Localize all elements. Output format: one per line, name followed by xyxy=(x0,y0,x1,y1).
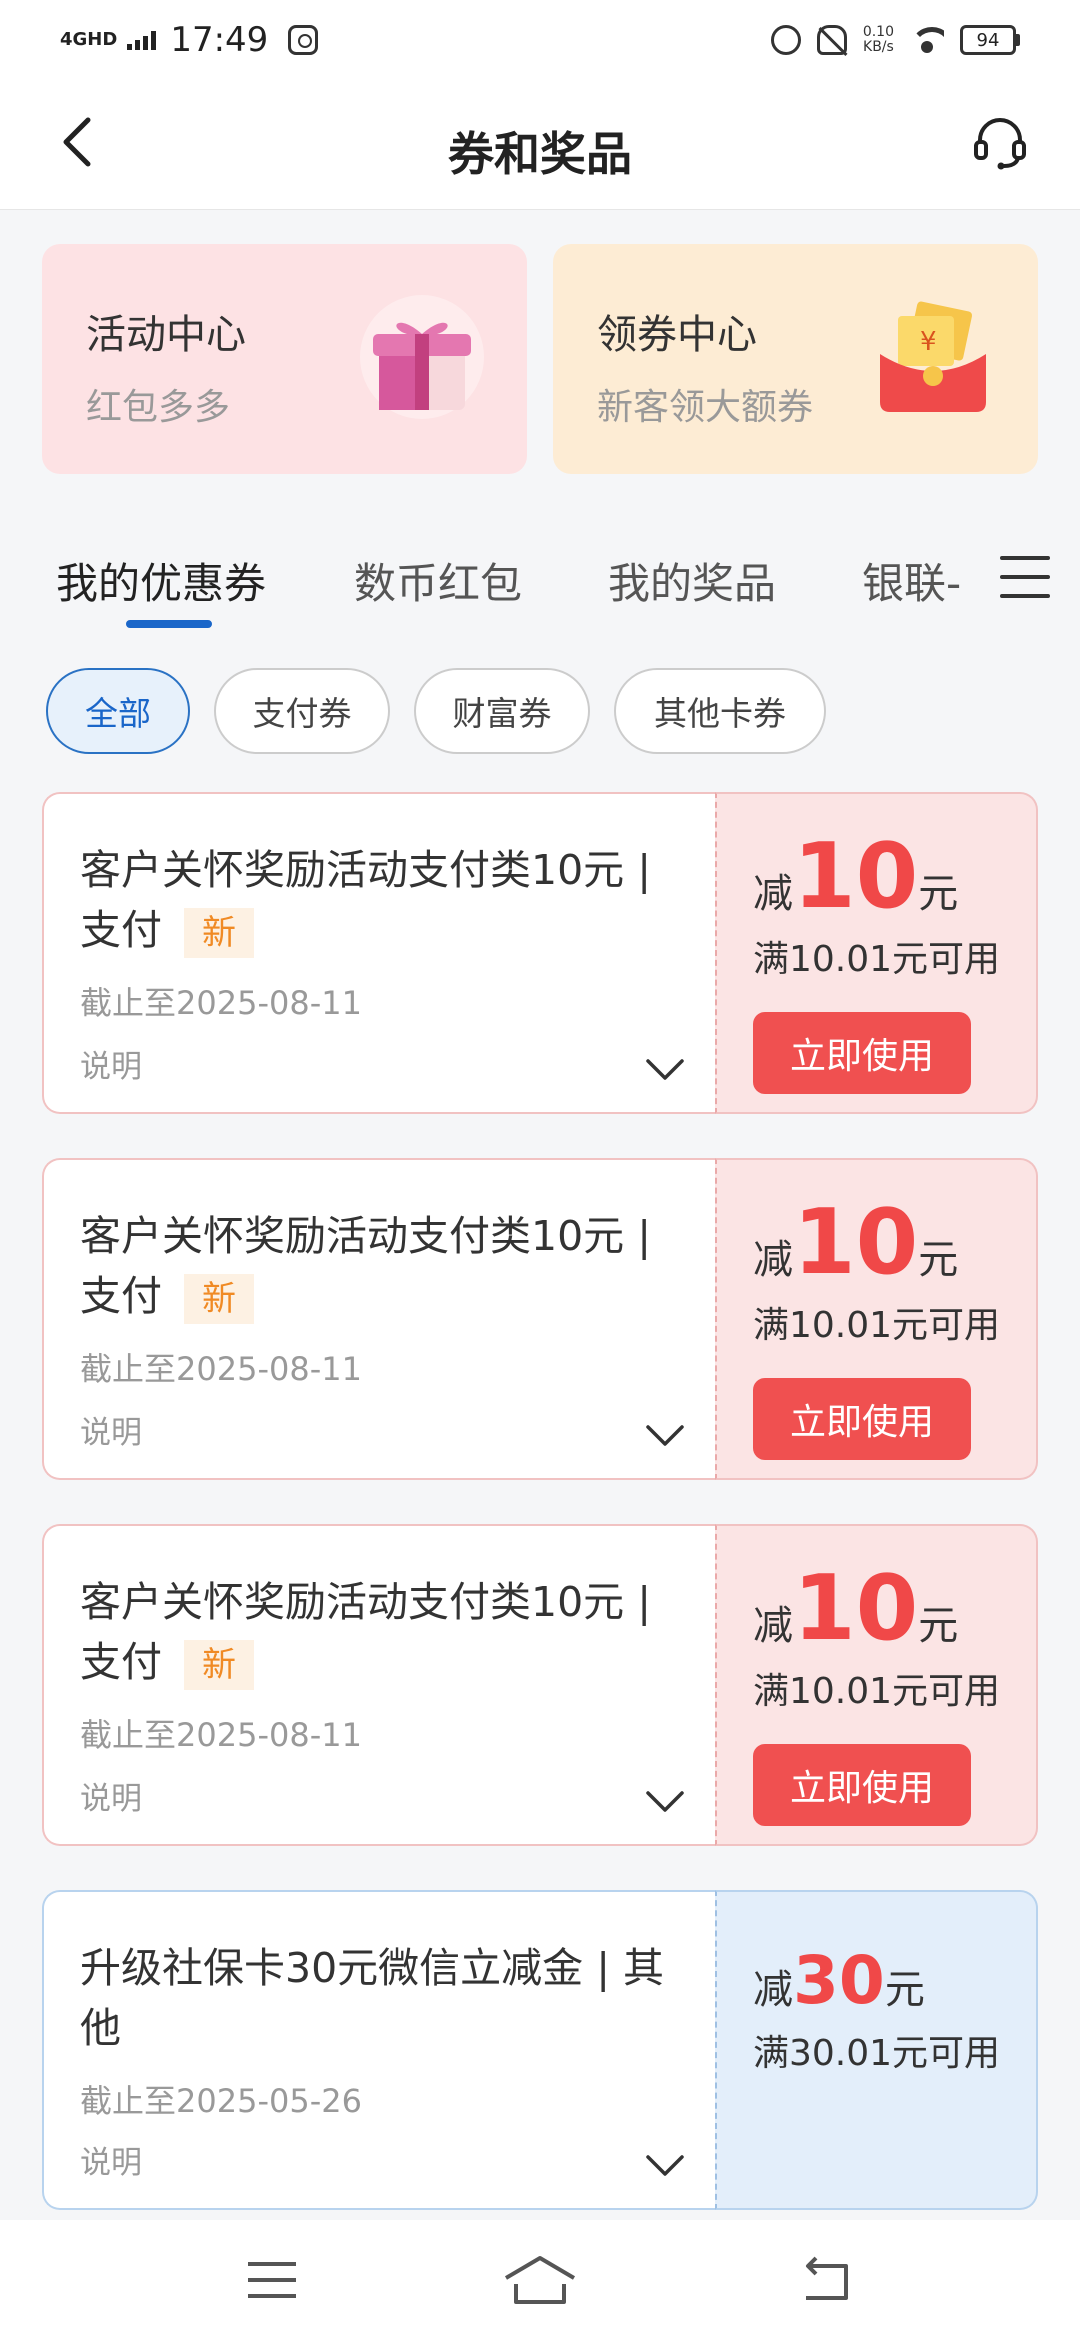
coupon-tabs: 我的优惠券 数币红包 我的奖品 银联- xyxy=(0,540,1080,660)
coupon-card[interactable]: 客户关怀奖励活动支付类10元 | 支付新 截止至2025-08-11 说明 减 … xyxy=(42,792,1038,1114)
tab-my-coupons[interactable]: 我的优惠券 xyxy=(56,550,266,611)
amount-prefix: 减 xyxy=(753,871,793,917)
use-now-button[interactable]: 立即使用 xyxy=(753,1378,971,1460)
amount-prefix: 减 xyxy=(753,1967,793,2013)
chevron-down-icon[interactable] xyxy=(645,2154,685,2178)
mute-bell-icon xyxy=(816,25,847,55)
coupon-card[interactable]: 升级社保卡30元微信立减金 | 其他 截止至2025-05-26 说明 减 30… xyxy=(42,1890,1038,2210)
amount-value: 10 xyxy=(793,824,919,929)
chevron-down-icon[interactable] xyxy=(645,1424,685,1448)
amount-value: 30 xyxy=(793,1942,885,2019)
system-nav-bar xyxy=(0,2220,1080,2340)
amount-prefix: 减 xyxy=(753,1237,793,1283)
amount-value: 10 xyxy=(793,1556,919,1661)
coupon-description-toggle[interactable]: 说明 xyxy=(80,1773,142,1818)
page-header: 券和奖品 xyxy=(0,80,1080,210)
coupon-title-text: 客户关怀奖励活动支付类10元 | 支付 xyxy=(80,1578,652,1686)
new-badge: 新 xyxy=(184,1640,254,1690)
coupon-amount: 减 10 元 xyxy=(753,1198,1036,1288)
network-speed: 0.10 KB/s xyxy=(863,25,894,55)
coupon-expiry: 截止至2025-08-11 xyxy=(80,984,362,1022)
coupon-title: 客户关怀奖励活动支付类10元 | 支付新 xyxy=(80,1206,690,1326)
new-badge: 新 xyxy=(184,908,254,958)
coupon-card[interactable]: 客户关怀奖励活动支付类10元 | 支付新 截止至2025-08-11 说明 减 … xyxy=(42,1524,1038,1846)
filter-payment-coupons[interactable]: 支付券 xyxy=(214,668,390,754)
status-time: 17:49 xyxy=(170,20,269,60)
status-left: 4GHD 17:49 xyxy=(60,20,319,60)
filter-chips: 全部 支付券 财富券 其他卡券 xyxy=(46,668,826,754)
chevron-down-icon[interactable] xyxy=(645,1790,685,1814)
coupon-condition: 满30.01元可用 xyxy=(753,2033,1001,2074)
filter-other-cards[interactable]: 其他卡券 xyxy=(614,668,826,754)
new-badge: 新 xyxy=(184,1274,254,1324)
home-icon[interactable] xyxy=(502,2250,578,2310)
coupon-title-text: 客户关怀奖励活动支付类10元 | 支付 xyxy=(80,846,652,954)
network-type: 4GHD xyxy=(60,29,118,50)
status-bar: 4GHD 17:49 0.10 KB/s 94 xyxy=(0,0,1080,80)
coupon-condition: 满10.01元可用 xyxy=(753,1305,1001,1346)
coupon-amount-panel: 减 30 元 满30.01元可用 xyxy=(715,1890,1038,2210)
coupon-amount-panel: 减 10 元 满10.01元可用 立即使用 xyxy=(715,1158,1038,1480)
amount-value: 10 xyxy=(793,1190,919,1295)
coupon-amount: 减 30 元 xyxy=(753,1946,1036,2016)
battery-level: 94 xyxy=(960,25,1016,55)
return-icon[interactable] xyxy=(796,2250,856,2310)
status-right: 0.10 KB/s 94 xyxy=(770,25,1020,55)
amount-unit: 元 xyxy=(884,1967,925,2013)
coupon-condition: 满10.01元可用 xyxy=(753,939,1001,980)
speed-value: 0.10 xyxy=(862,24,894,40)
coupon-amount: 减 10 元 xyxy=(753,1564,1036,1654)
tab-my-prizes[interactable]: 我的奖品 xyxy=(608,550,776,611)
coupon-description-toggle[interactable]: 说明 xyxy=(80,1041,142,1086)
activity-center-card[interactable]: 活动中心 红包多多 xyxy=(42,244,527,474)
use-now-button[interactable]: 立即使用 xyxy=(753,1744,971,1826)
page-title: 券和奖品 xyxy=(448,127,632,181)
coupon-description-toggle[interactable]: 说明 xyxy=(80,2137,142,2182)
chevron-down-icon[interactable] xyxy=(645,1058,685,1082)
coupon-expiry: 截止至2025-08-11 xyxy=(80,1716,362,1754)
coupon-info: 客户关怀奖励活动支付类10元 | 支付新 截止至2025-08-11 说明 xyxy=(42,1524,715,1846)
use-now-button[interactable]: 立即使用 xyxy=(753,1012,971,1094)
menu-icon[interactable] xyxy=(242,2250,302,2310)
tabs-menu-button[interactable] xyxy=(1000,552,1050,602)
coupon-title: 客户关怀奖励活动支付类10元 | 支付新 xyxy=(80,1572,690,1692)
svg-text:¥: ¥ xyxy=(920,327,937,357)
signal-icon xyxy=(127,30,157,50)
entry-cards: 活动中心 红包多多 领券中心 新客领大额券 ¥ xyxy=(42,244,1038,474)
coupon-title: 升级社保卡30元微信立减金 | 其他 xyxy=(80,1944,665,2052)
coupon-info: 客户关怀奖励活动支付类10元 | 支付新 截止至2025-08-11 说明 xyxy=(42,792,715,1114)
coupon-info: 客户关怀奖励活动支付类10元 | 支付新 截止至2025-08-11 说明 xyxy=(42,1158,715,1480)
speed-unit: KB/s xyxy=(863,39,894,55)
coupon-expiry: 截止至2025-05-26 xyxy=(80,2082,362,2120)
filter-wealth-coupons[interactable]: 财富券 xyxy=(414,668,590,754)
coupon-description-toggle[interactable]: 说明 xyxy=(80,1407,142,1452)
active-tab-indicator xyxy=(126,620,212,628)
wifi-icon xyxy=(910,27,944,53)
coupon-title: 客户关怀奖励活动支付类10元 | 支付新 xyxy=(80,840,690,960)
coupon-amount-panel: 减 10 元 满10.01元可用 立即使用 xyxy=(715,1524,1038,1846)
tab-digital-red-packets[interactable]: 数币红包 xyxy=(354,550,522,611)
amount-prefix: 减 xyxy=(753,1603,793,1649)
amount-unit: 元 xyxy=(918,871,959,917)
alarm-icon xyxy=(770,25,801,55)
customer-service-button[interactable] xyxy=(970,112,1030,172)
coupon-expiry: 截止至2025-08-11 xyxy=(80,1350,362,1388)
coupon-condition: 满10.01元可用 xyxy=(753,1671,1001,1712)
coupon-amount-panel: 减 10 元 满10.01元可用 立即使用 xyxy=(715,792,1038,1114)
battery-icon: 94 xyxy=(960,25,1020,55)
coupon-card[interactable]: 客户关怀奖励活动支付类10元 | 支付新 截止至2025-08-11 说明 减 … xyxy=(42,1158,1038,1480)
coupon-amount: 减 10 元 xyxy=(753,832,1036,922)
coupon-center-card[interactable]: 领券中心 新客领大额券 ¥ xyxy=(553,244,1038,474)
amount-unit: 元 xyxy=(918,1603,959,1649)
coupon-title-text: 客户关怀奖励活动支付类10元 | 支付 xyxy=(80,1212,652,1320)
screen-record-icon xyxy=(288,25,319,55)
filter-all[interactable]: 全部 xyxy=(46,668,190,754)
amount-unit: 元 xyxy=(918,1237,959,1283)
coupon-info: 升级社保卡30元微信立减金 | 其他 截止至2025-05-26 说明 xyxy=(42,1890,715,2210)
headset-icon xyxy=(974,118,1026,170)
red-envelope-icon: ¥ xyxy=(868,292,998,422)
tab-unionpay[interactable]: 银联- xyxy=(862,550,961,611)
gift-box-icon xyxy=(357,292,487,422)
